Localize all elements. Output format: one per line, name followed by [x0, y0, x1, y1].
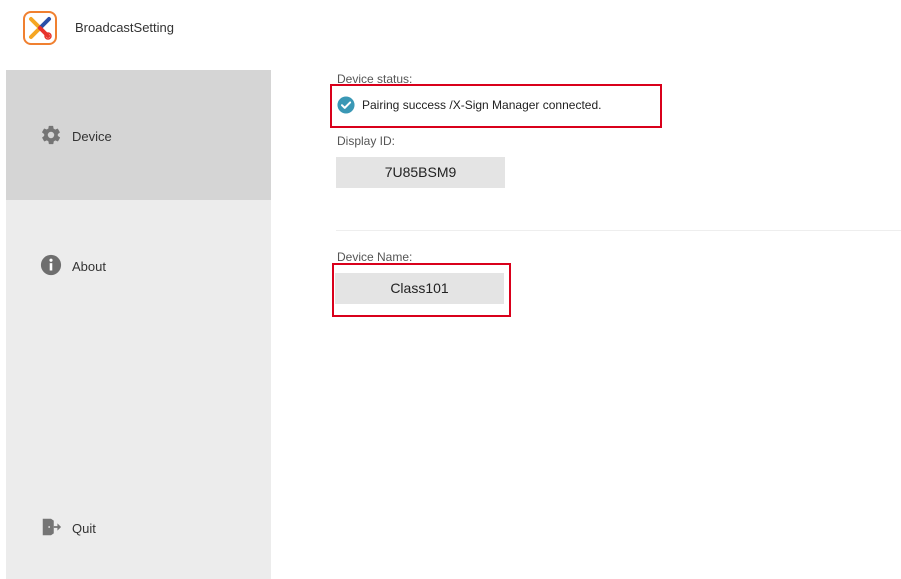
- device-name-label: Device Name:: [337, 250, 413, 264]
- display-id-label: Display ID:: [337, 134, 396, 148]
- device-name-field[interactable]: Class101: [335, 273, 504, 304]
- app-logo-icon: [23, 11, 57, 45]
- device-panel: Device status: Pairing success /X-Sign M…: [271, 60, 901, 579]
- quit-button[interactable]: Quit: [6, 500, 271, 555]
- sidebar-item-device[interactable]: Device: [6, 70, 271, 200]
- section-divider: [336, 230, 901, 231]
- display-id-value: 7U85BSM9: [336, 157, 505, 188]
- sidebar: Device About Quit: [6, 70, 271, 579]
- check-circle-icon: [337, 96, 355, 114]
- exit-door-icon: [42, 518, 62, 536]
- app-title: BroadcastSetting: [75, 20, 175, 35]
- sidebar-item-about[interactable]: About: [6, 200, 271, 330]
- device-status-text: Pairing success /X-Sign Manager connecte…: [362, 98, 602, 112]
- sidebar-item-label: About: [72, 259, 106, 274]
- gear-icon: [42, 125, 61, 145]
- app-header: BroadcastSetting: [0, 0, 901, 60]
- sidebar-item-label: Device: [72, 129, 112, 144]
- info-icon: [40, 254, 62, 276]
- quit-label: Quit: [72, 521, 96, 536]
